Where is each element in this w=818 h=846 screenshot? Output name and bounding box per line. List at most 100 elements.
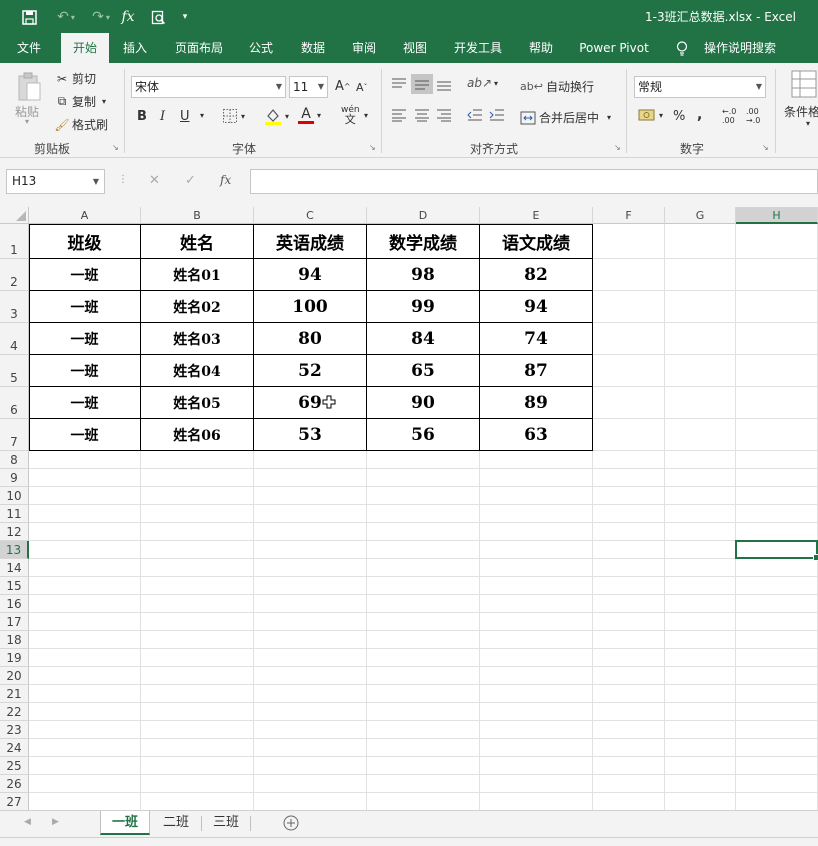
shrink-font-button[interactable]: Aˇ [356, 81, 368, 94]
tab-insert[interactable]: 插入 [114, 33, 156, 63]
table-cell[interactable]: 100 [254, 291, 367, 323]
conditional-dropdown-icon[interactable]: ▾ [806, 119, 810, 128]
format-painter-button[interactable]: 🖌 格式刷 [54, 116, 108, 133]
row-header-1[interactable]: 1 [0, 224, 29, 259]
table-cell[interactable]: 99 [367, 291, 480, 323]
accounting-format-button[interactable]: ▾ [638, 108, 663, 122]
font-size-dropdown[interactable]: 11 ▼ [289, 76, 328, 98]
paste-dropdown-icon[interactable]: ▾ [25, 117, 29, 126]
tab-power-pivot[interactable]: Power Pivot [572, 33, 656, 63]
row-header-20[interactable]: 20 [0, 667, 29, 685]
row-header-25[interactable]: 25 [0, 757, 29, 775]
header-cell[interactable]: 姓名 [141, 224, 254, 259]
row-header-5[interactable]: 5 [0, 355, 29, 387]
worksheet-grid[interactable]: A B C D E F G H 1 2 3 4 5 6 7 8 9 10 11 12 13 14 15 16 17 18 19 20 2… [0, 207, 818, 810]
clipboard-launcher-icon[interactable]: ↘ [112, 143, 119, 152]
row-header-4[interactable]: 4 [0, 323, 29, 355]
tab-home[interactable]: 开始 [61, 33, 109, 63]
tab-view[interactable]: 视图 [394, 33, 436, 63]
fill-color-button[interactable]: ▾ [264, 107, 289, 125]
enter-icon[interactable]: ✓ [185, 173, 196, 188]
underline-button[interactable]: U [180, 109, 190, 124]
row-header-2[interactable]: 2 [0, 259, 29, 291]
tab-formulas[interactable]: 公式 [240, 33, 282, 63]
paste-icon[interactable] [13, 69, 45, 105]
table-cell[interactable]: 一班 [29, 291, 141, 323]
row-header-13[interactable]: 13 [0, 541, 29, 559]
table-cell[interactable]: 姓名04 [141, 355, 254, 387]
tab-help[interactable]: 帮助 [520, 33, 562, 63]
row-header-26[interactable]: 26 [0, 775, 29, 793]
table-cell[interactable]: 一班 [29, 323, 141, 355]
table-cell[interactable]: 82 [480, 259, 593, 291]
table-cell[interactable]: 一班 [29, 387, 141, 419]
number-launcher-icon[interactable]: ↘ [762, 143, 769, 152]
table-cell[interactable]: 姓名03 [141, 323, 254, 355]
table-cell[interactable]: 80 [254, 323, 367, 355]
table-cell[interactable]: 69 [254, 387, 367, 419]
table-cell[interactable]: 94 [480, 291, 593, 323]
align-top-button[interactable] [391, 77, 407, 91]
chevron-down-icon[interactable]: ▼ [93, 170, 99, 193]
row-header-21[interactable]: 21 [0, 685, 29, 703]
insert-function-button[interactable]: fx [220, 173, 231, 187]
italic-button[interactable]: I [160, 109, 165, 124]
table-cell[interactable]: 姓名06 [141, 419, 254, 451]
row-header-9[interactable]: 9 [0, 469, 29, 487]
save-icon[interactable] [18, 7, 40, 27]
table-cell[interactable]: 姓名05 [141, 387, 254, 419]
align-bottom-button[interactable] [436, 77, 452, 91]
row-header-10[interactable]: 10 [0, 487, 29, 505]
row-header-6[interactable]: 6 [0, 387, 29, 419]
increase-indent-button[interactable] [489, 108, 505, 122]
print-preview-icon[interactable] [147, 7, 169, 27]
column-header-c[interactable]: C [254, 207, 367, 224]
active-cell-selection[interactable] [735, 540, 818, 561]
bold-button[interactable]: B [137, 109, 147, 124]
tab-review[interactable]: 审阅 [343, 33, 385, 63]
table-cell[interactable]: 一班 [29, 259, 141, 291]
font-name-dropdown[interactable]: 宋体 ▼ [131, 76, 286, 98]
customize-toolbar-icon[interactable]: ▾ [178, 7, 192, 27]
align-middle-button[interactable] [411, 74, 433, 94]
row-header-17[interactable]: 17 [0, 613, 29, 631]
row-header-8[interactable]: 8 [0, 451, 29, 469]
cut-button[interactable]: ✂ 剪切 [54, 70, 96, 87]
header-cell[interactable]: 英语成绩 [254, 224, 367, 259]
tab-page-layout[interactable]: 页面布局 [166, 33, 232, 63]
alignment-launcher-icon[interactable]: ↘ [614, 143, 621, 152]
header-cell[interactable]: 数学成绩 [367, 224, 480, 259]
percent-button[interactable]: % [673, 109, 685, 124]
tab-data[interactable]: 数据 [292, 33, 334, 63]
column-header-b[interactable]: B [141, 207, 254, 224]
column-header-e[interactable]: E [480, 207, 593, 224]
tab-developer[interactable]: 开发工具 [446, 33, 510, 63]
undo-icon[interactable]: ↶ ▾ [50, 7, 82, 27]
font-color-button[interactable]: A ▾ [298, 107, 321, 124]
number-format-dropdown[interactable]: 常规 ▼ [634, 76, 766, 98]
row-header-11[interactable]: 11 [0, 505, 29, 523]
table-cell[interactable]: 98 [367, 259, 480, 291]
row-header-7[interactable]: 7 [0, 419, 29, 451]
row-header-27[interactable]: 27 [0, 793, 29, 810]
scroll-right-icon[interactable]: ▶ [52, 817, 59, 827]
phonetic-dropdown-icon[interactable]: ▾ [364, 111, 368, 120]
phonetic-button[interactable]: wén 文 [341, 105, 360, 125]
insert-function-icon[interactable]: fx [118, 7, 138, 27]
merge-center-button[interactable]: 合并后居中 ▾ [520, 109, 611, 126]
header-cell[interactable]: 语文成绩 [480, 224, 593, 259]
align-center-button[interactable] [414, 108, 430, 122]
grow-font-button[interactable]: A ^ [335, 79, 351, 94]
select-all-corner[interactable] [0, 207, 29, 224]
scroll-left-icon[interactable]: ◀ [24, 817, 31, 827]
table-cell[interactable]: 姓名01 [141, 259, 254, 291]
align-left-button[interactable] [391, 108, 407, 122]
table-cell[interactable]: 一班 [29, 419, 141, 451]
sheet-tab-3[interactable]: 三班 [202, 811, 250, 835]
column-header-a[interactable]: A [29, 207, 141, 224]
table-cell[interactable]: 56 [367, 419, 480, 451]
name-box[interactable]: H13 ▼ [6, 169, 105, 194]
table-cell[interactable]: 94 [254, 259, 367, 291]
header-cell[interactable]: 班级 [29, 224, 141, 259]
column-header-g[interactable]: G [665, 207, 736, 224]
